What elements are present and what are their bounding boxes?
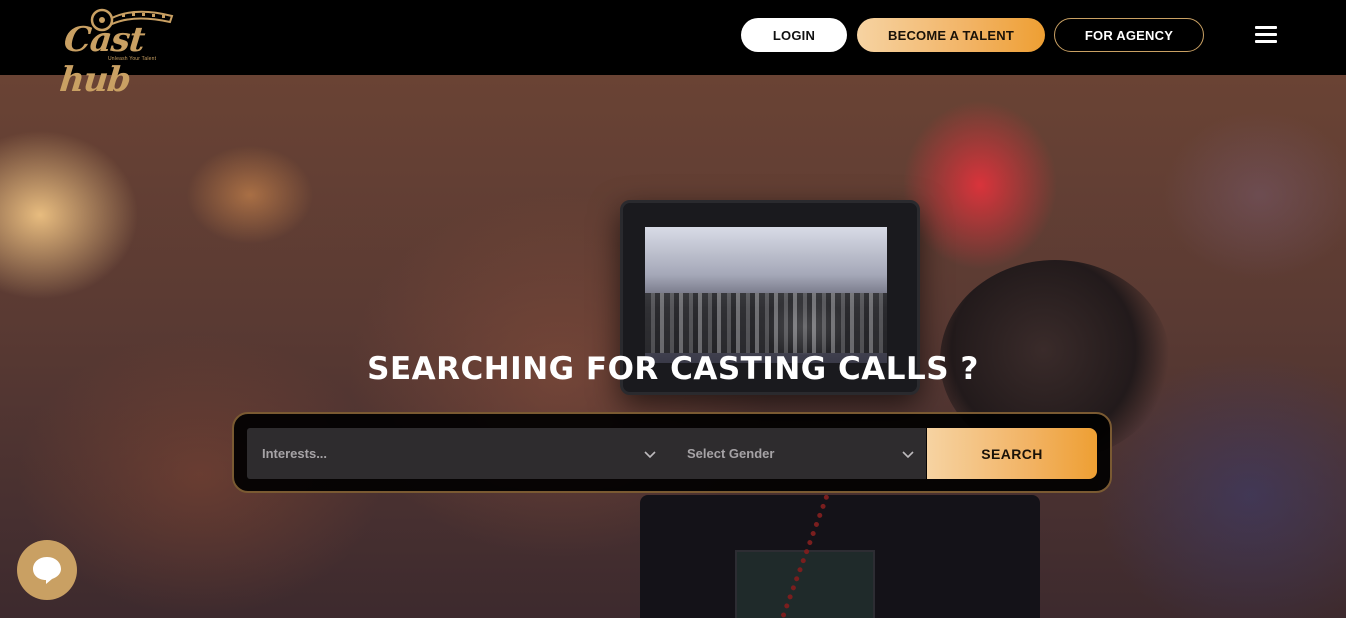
- monitor-screen-image: [645, 227, 887, 363]
- logo-tagline: Unleash Your Talent: [108, 56, 157, 62]
- hero-section: SEARCHING FOR CASTING CALLS ? Interests.…: [0, 75, 1346, 618]
- interests-placeholder: Interests...: [262, 446, 328, 461]
- chat-widget-button[interactable]: [17, 540, 77, 600]
- menu-bar: [1255, 33, 1277, 36]
- chevron-down-icon: [644, 451, 656, 459]
- casthub-logo[interactable]: Cast hub Unleash Your Talent: [58, 6, 198, 100]
- menu-bar: [1255, 40, 1277, 43]
- interests-select[interactable]: Interests...: [247, 428, 672, 479]
- hero-title: SEARCHING FOR CASTING CALLS ?: [367, 351, 979, 387]
- search-bar: Interests... Select Gender SEARCH: [232, 412, 1112, 493]
- become-talent-button[interactable]: BECOME A TALENT: [857, 18, 1045, 52]
- gender-placeholder: Select Gender: [687, 446, 775, 461]
- monitor-crowd-image: [645, 293, 887, 353]
- chevron-down-icon: [902, 451, 914, 459]
- chat-bubble-icon: [33, 557, 61, 584]
- search-button[interactable]: SEARCH: [927, 428, 1097, 479]
- for-agency-button[interactable]: FOR AGENCY: [1054, 18, 1204, 52]
- site-header: Cast hub Unleash Your Talent LOGIN BECOM…: [0, 0, 1346, 100]
- hamburger-menu-icon[interactable]: [1255, 26, 1277, 44]
- menu-bar: [1255, 26, 1277, 29]
- login-button[interactable]: LOGIN: [741, 18, 847, 52]
- gender-select[interactable]: Select Gender: [672, 428, 926, 479]
